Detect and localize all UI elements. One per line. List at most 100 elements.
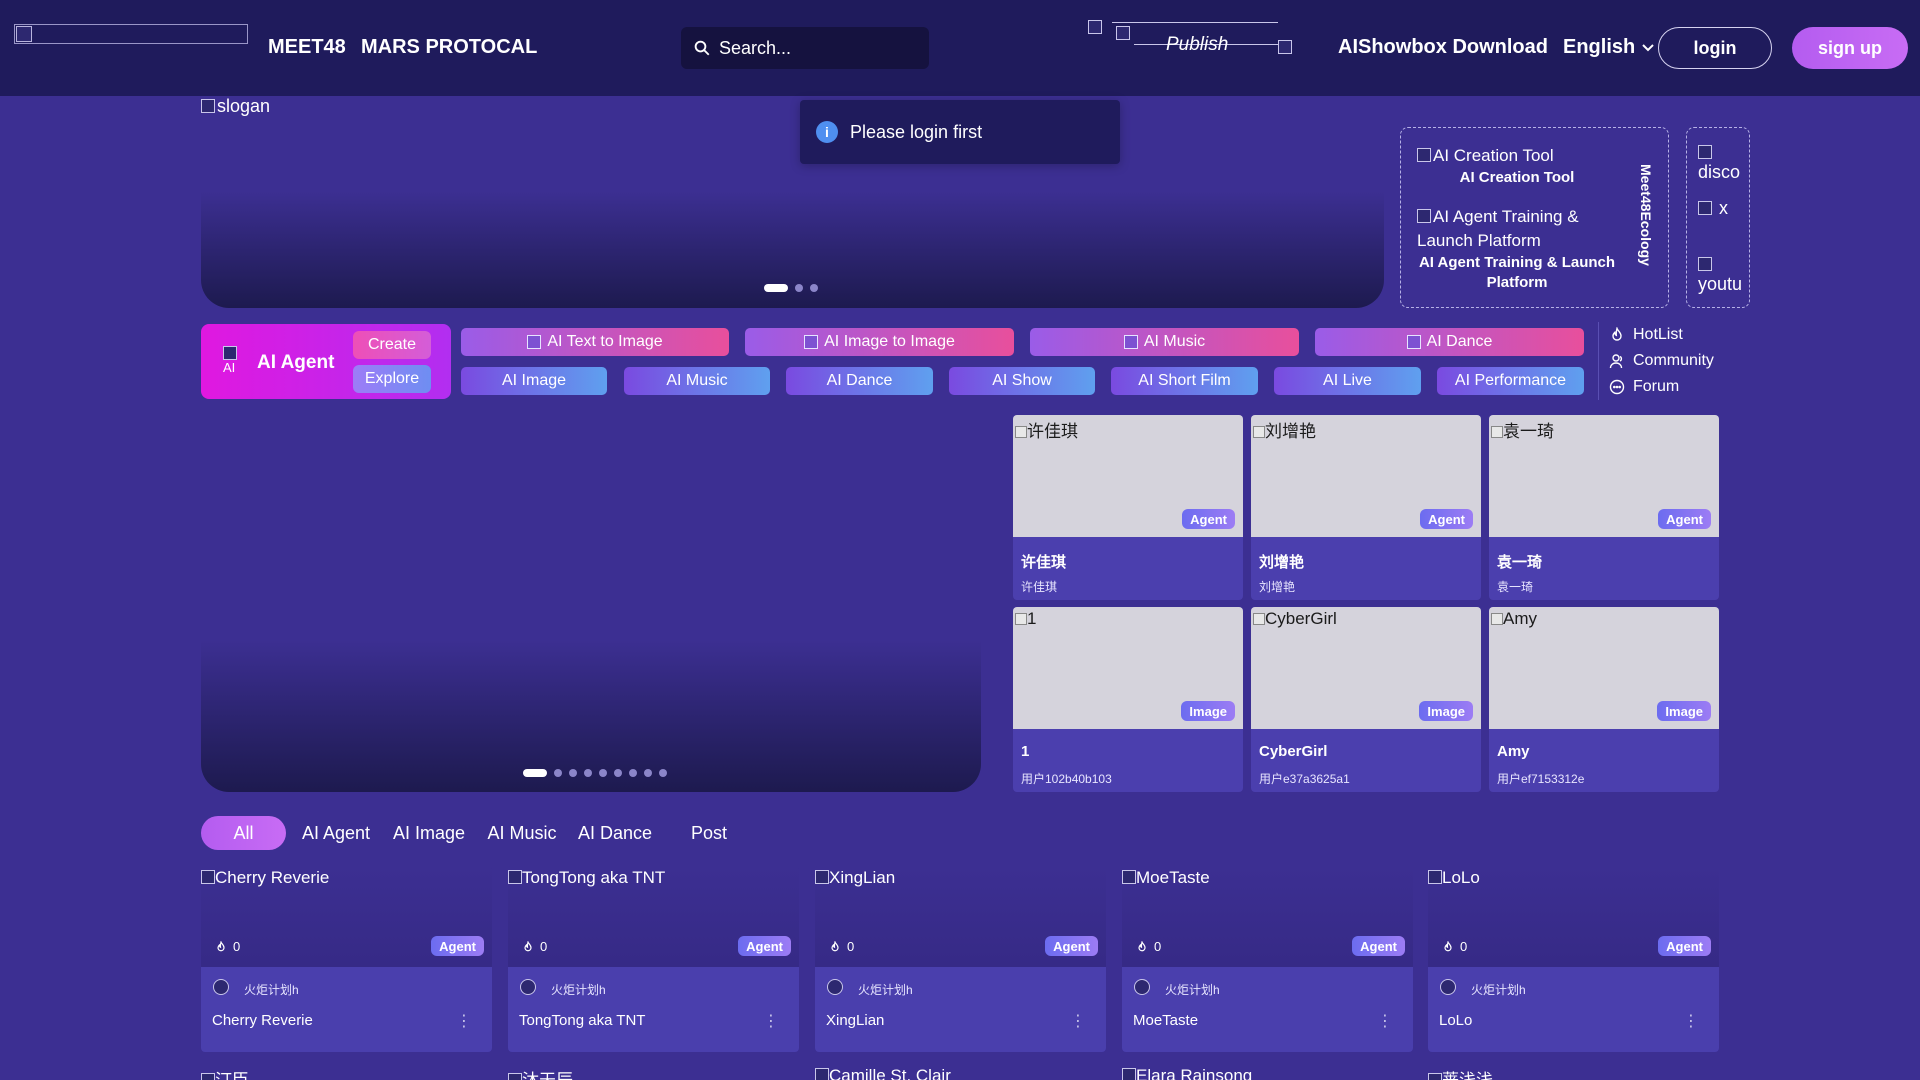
broken-image-icon	[508, 1073, 522, 1080]
hero-dot[interactable]	[569, 769, 577, 777]
like-count[interactable]: 0	[215, 939, 240, 954]
slogan-alt-text: slogan	[217, 96, 271, 116]
chevron-down-icon	[1642, 43, 1654, 51]
next-card-alt-text: Elara Rainsong	[1136, 1066, 1253, 1080]
subcategory-ai-dance[interactable]: AI Dance	[786, 367, 933, 395]
featured-card[interactable]: 1 Image 1 用户102b40b103	[1013, 607, 1243, 792]
next-card-alt[interactable]: 蔷浅浅	[1428, 1066, 1493, 1080]
subcategory-ai-music[interactable]: AI Music	[624, 367, 770, 395]
content-card[interactable]: XingLian 0 Agent 火炬计划h XingLian ⋮	[815, 866, 1106, 1052]
category-ai-dance[interactable]: AI Dance	[1315, 328, 1584, 356]
like-count[interactable]: 0	[1442, 939, 1467, 954]
more-options-icon[interactable]: ⋮	[1377, 1011, 1393, 1031]
hero-dot[interactable]	[523, 769, 547, 777]
explore-agent-button[interactable]: Explore	[353, 365, 431, 393]
category-ai-image-to-image[interactable]: AI Image to Image	[745, 328, 1014, 356]
language-selector[interactable]: English	[1563, 36, 1655, 59]
content-card[interactable]: MoeTaste 0 Agent 火炬计划h MoeTaste ⋮	[1122, 866, 1413, 1052]
tab-ai-agent[interactable]: AI Agent	[296, 816, 376, 850]
more-options-icon[interactable]: ⋮	[1070, 1011, 1086, 1031]
hero-dot[interactable]	[584, 769, 592, 777]
hero-dot[interactable]	[644, 769, 652, 777]
banner-pagination[interactable]	[764, 284, 818, 292]
banner-dot[interactable]	[810, 284, 818, 292]
tab-ai-dance[interactable]: AI Dance	[574, 816, 656, 850]
featured-card[interactable]: 刘增艳 Agent 刘增艳 刘增艳	[1251, 415, 1481, 600]
avatar[interactable]	[213, 979, 229, 995]
banner-carousel[interactable]: slogan	[201, 96, 1384, 308]
avatar[interactable]	[520, 979, 536, 995]
content-card[interactable]: LoLo 0 Agent 火炬计划h LoLo ⋮	[1428, 866, 1719, 1052]
search-box[interactable]	[681, 27, 929, 69]
youtube-icon[interactable]: youtu	[1698, 254, 1742, 294]
subcategory-ai-live[interactable]: AI Live	[1274, 367, 1421, 395]
ecology-item-creation-tool[interactable]: AI Creation Tool AI Creation Tool	[1417, 143, 1617, 188]
category-ai-text-to-image[interactable]: AI Text to Image	[461, 328, 729, 356]
hero-dot[interactable]	[629, 769, 637, 777]
featured-image-alt: 袁一琦	[1491, 417, 1554, 442]
avatar[interactable]	[827, 979, 843, 995]
create-agent-button[interactable]: Create	[353, 331, 431, 359]
hero-dot[interactable]	[614, 769, 622, 777]
search-input[interactable]	[719, 37, 919, 59]
nav-mars-protocal[interactable]: MARS PROTOCAL	[361, 36, 537, 59]
like-count[interactable]: 0	[522, 939, 547, 954]
banner-dot[interactable]	[764, 284, 788, 292]
featured-card[interactable]: Amy Image Amy 用户ef7153312e	[1489, 607, 1719, 792]
signup-button[interactable]: sign up	[1792, 27, 1908, 69]
card-author[interactable]: 火炬计划h	[858, 981, 913, 998]
publish-button[interactable]: Publish	[1088, 20, 1296, 60]
next-card-alt[interactable]: Camille St. Clair	[815, 1066, 951, 1080]
ai-agent-card[interactable]: AI AI Agent Create Explore	[201, 324, 451, 399]
next-card-alt[interactable]: 沐天辰	[508, 1066, 573, 1080]
avatar[interactable]	[1134, 979, 1150, 995]
more-options-icon[interactable]: ⋮	[456, 1011, 472, 1031]
next-card-alt[interactable]: 汀臣	[201, 1066, 249, 1080]
like-count[interactable]: 0	[829, 939, 854, 954]
ecology-item-agent-platform[interactable]: AI Agent Training & Launch Platform AI A…	[1417, 204, 1617, 293]
community-link[interactable]: Community	[1609, 352, 1714, 370]
ai-agent-icon: AI	[223, 346, 243, 374]
featured-card[interactable]: 袁一琦 Agent 袁一琦 袁一琦	[1489, 415, 1719, 600]
content-card[interactable]: TongTong aka TNT 0 Agent 火炬计划h TongTong …	[508, 866, 799, 1052]
tab-all[interactable]: All	[201, 816, 286, 850]
featured-card[interactable]: CyberGirl Image CyberGirl 用户e37a3625a1	[1251, 607, 1481, 792]
subcategory-ai-short-film[interactable]: AI Short Film	[1111, 367, 1258, 395]
x-alt: x	[1719, 198, 1729, 218]
featured-image-alt: 1	[1015, 609, 1036, 629]
content-card[interactable]: Cherry Reverie 0 Agent 火炬计划h Cherry Reve…	[201, 866, 492, 1052]
subcategory-ai-image[interactable]: AI Image	[461, 367, 607, 395]
download-link[interactable]: AIShowbox Download	[1338, 36, 1548, 59]
hero-dot[interactable]	[599, 769, 607, 777]
hero-dot[interactable]	[554, 769, 562, 777]
forum-link[interactable]: Forum	[1609, 378, 1679, 396]
subcategory-ai-show[interactable]: AI Show	[949, 367, 1095, 395]
card-author[interactable]: 火炬计划h	[551, 981, 606, 998]
discord-icon[interactable]: disco	[1698, 142, 1740, 182]
x-icon[interactable]: x	[1698, 198, 1728, 218]
tab-ai-music[interactable]: AI Music	[482, 816, 562, 850]
card-image-alt: LoLo	[1428, 868, 1480, 888]
tab-post[interactable]: Post	[676, 816, 742, 850]
card-author[interactable]: 火炬计划h	[1471, 981, 1526, 998]
featured-card[interactable]: 许佳琪 Agent 许佳琪 许佳琪	[1013, 415, 1243, 600]
hotlist-link[interactable]: HotList	[1609, 326, 1683, 344]
broken-image-icon	[1698, 201, 1712, 215]
like-count[interactable]: 0	[1136, 939, 1161, 954]
tab-ai-image[interactable]: AI Image	[388, 816, 470, 850]
more-options-icon[interactable]: ⋮	[1683, 1011, 1699, 1031]
nav-meet48[interactable]: MEET48	[268, 36, 346, 59]
hero-pagination[interactable]	[523, 769, 667, 777]
next-card-alt[interactable]: Elara Rainsong	[1122, 1066, 1252, 1080]
avatar[interactable]	[1440, 979, 1456, 995]
more-options-icon[interactable]: ⋮	[763, 1011, 779, 1031]
site-logo[interactable]	[14, 24, 248, 44]
subcategory-ai-performance[interactable]: AI Performance	[1437, 367, 1584, 395]
login-button[interactable]: login	[1658, 27, 1772, 69]
hero-carousel[interactable]	[201, 412, 981, 792]
banner-dot[interactable]	[795, 284, 803, 292]
hero-dot[interactable]	[659, 769, 667, 777]
card-author[interactable]: 火炬计划h	[1165, 981, 1220, 998]
category-ai-music[interactable]: AI Music	[1030, 328, 1299, 356]
card-author[interactable]: 火炬计划h	[244, 981, 299, 998]
